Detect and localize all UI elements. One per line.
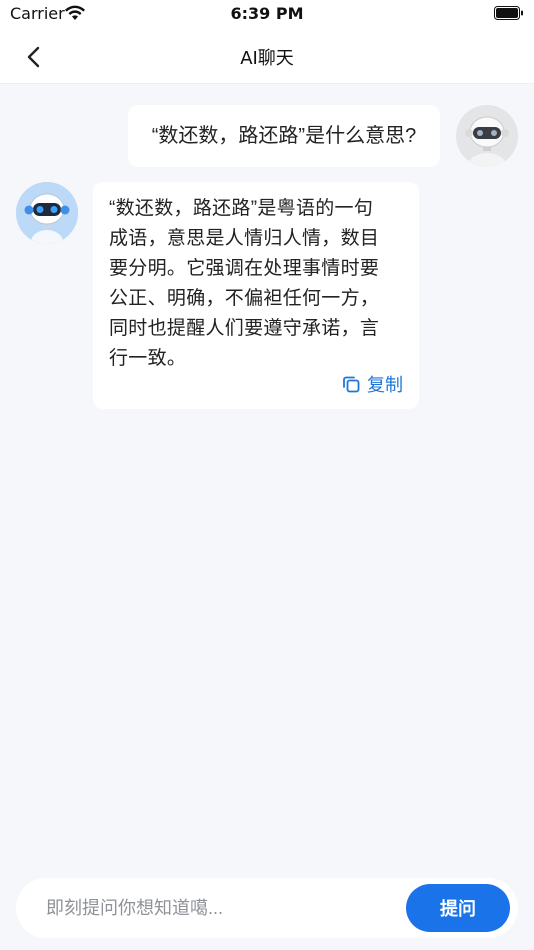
composer: 提问 (16, 878, 518, 938)
robot-avatar-blue-icon (16, 182, 78, 244)
clock: 6:39 PM (230, 4, 304, 23)
ask-button[interactable]: 提问 (406, 884, 510, 932)
copy-label: 复制 (367, 375, 403, 396)
question-input[interactable] (16, 878, 396, 938)
assistant-message-line: 公正、明确，不偏袒任何一方， (109, 288, 380, 309)
battery-icon (494, 6, 523, 20)
nav-bar: AI聊天 (0, 30, 534, 84)
user-avatar (456, 105, 518, 167)
copy-button[interactable]: 复制 (341, 371, 403, 397)
assistant-message-line: 成语，意思是人情归人情，数目 (109, 228, 380, 249)
assistant-message-line: 要分明。它强调在处理事情时要 (109, 258, 380, 279)
chat-list[interactable]: “数还数，路还路”是什么意思? “数还数，路还路”是粤语的一句 成语，意思是人情… (0, 84, 534, 870)
robot-avatar-gray-icon (456, 105, 518, 167)
user-message-bubble: “数还数，路还路”是什么意思? (128, 105, 440, 167)
assistant-message-bubble: “数还数，路还路”是粤语的一句 成语，意思是人情归人情，数目 要分明。它强调在处… (93, 182, 419, 409)
assistant-message-line: “数还数，路还路”是粤语的一句 (109, 198, 374, 219)
assistant-message-line: 行一致。 (109, 348, 187, 369)
status-bar: Carrier 6:39 PM (0, 0, 534, 30)
copy-icon (343, 376, 360, 393)
assistant-message-line: 同时也提醒人们要遵守承诺，言 (109, 318, 380, 339)
page-title: AI聊天 (240, 48, 294, 69)
assistant-message-text: “数还数，路还路”是粤语的一句 成语，意思是人情归人情，数目 要分明。它强调在处… (109, 194, 405, 374)
assistant-avatar (16, 182, 78, 244)
